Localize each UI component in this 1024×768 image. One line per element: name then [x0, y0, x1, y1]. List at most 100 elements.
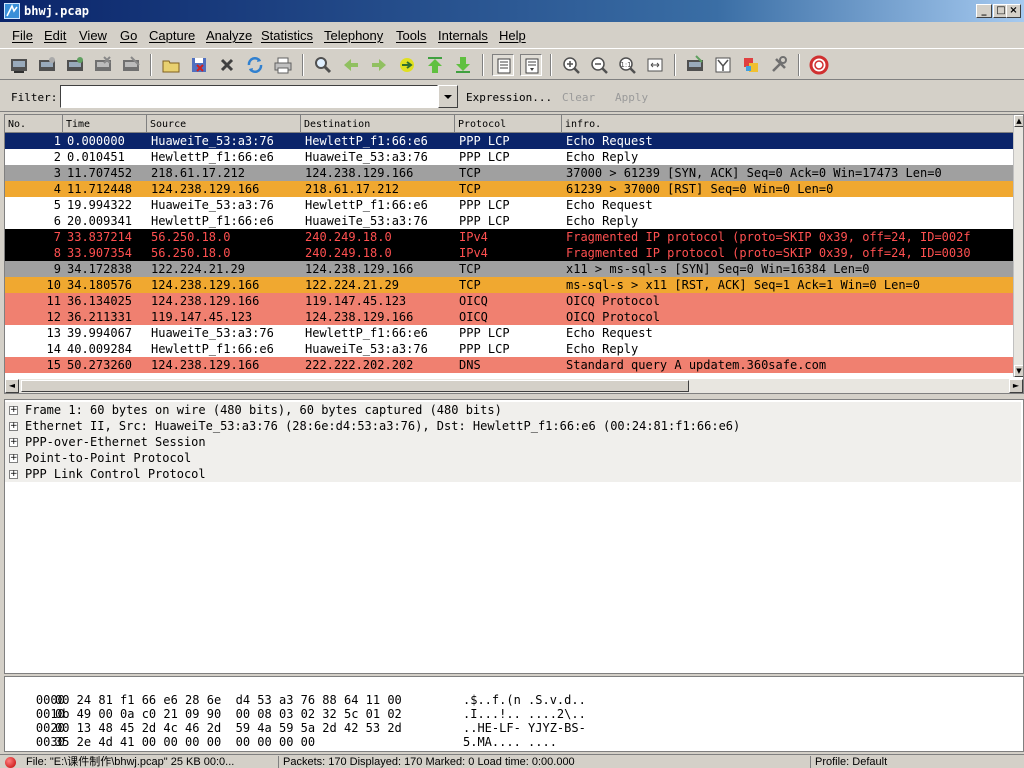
- restart-capture-icon[interactable]: [120, 54, 142, 76]
- filter-dropdown-button[interactable]: [438, 85, 458, 108]
- packet-row[interactable]: 12 36.211331 119.147.45.123 124.238.129.166…: [5, 309, 1015, 325]
- horizontal-scroll-thumb[interactable]: [21, 380, 689, 392]
- bytes-ascii[interactable]: 5.MA.... ....: [463, 735, 557, 749]
- status-profile[interactable]: Profile: Default: [810, 756, 1024, 768]
- expand-icon[interactable]: +: [9, 422, 18, 431]
- bytes-ascii[interactable]: .$..f.(n .S.v.d..: [463, 693, 586, 707]
- scroll-down-icon[interactable]: ▼: [1014, 365, 1023, 377]
- packet-row[interactable]: 1 0.000000 HuaweiTe_53:a3:76 HewlettP_f1:66…: [5, 133, 1015, 149]
- expand-icon[interactable]: +: [9, 470, 18, 479]
- normal-size-icon[interactable]: 1:1: [616, 54, 638, 76]
- packet-row[interactable]: 9 34.172838 122.224.21.29 124.238.129.166 TC…: [5, 261, 1015, 277]
- preferences-icon[interactable]: [768, 54, 790, 76]
- scroll-left-icon[interactable]: ◄: [5, 379, 19, 393]
- column-header-destination[interactable]: Destination: [301, 115, 455, 133]
- packet-row[interactable]: 3 11.707452 218.61.17.212 124.238.129.166 TC…: [5, 165, 1015, 181]
- close-file-icon[interactable]: [216, 54, 238, 76]
- go-forward-icon[interactable]: [368, 54, 390, 76]
- bytes-ascii[interactable]: .I...!.. ....2\..: [463, 707, 586, 721]
- save-file-icon[interactable]: [188, 54, 210, 76]
- go-last-packet-icon[interactable]: [452, 54, 474, 76]
- packet-list-horizontal-scrollbar[interactable]: ◄ ►: [5, 379, 1023, 393]
- go-to-packet-icon[interactable]: [396, 54, 418, 76]
- bytes-hex[interactable]: 0b 49 00 0a c0 21 09 90 00 08 03 02 32 5…: [55, 707, 402, 721]
- menu-tools[interactable]: Tools: [396, 28, 426, 43]
- detail-row-ppp-lcp[interactable]: + PPP Link Control Protocol: [5, 466, 1021, 482]
- capture-options-icon[interactable]: [36, 54, 58, 76]
- column-header-protocol[interactable]: Protocol: [455, 115, 562, 133]
- menu-telephony[interactable]: Telephony: [324, 28, 383, 43]
- interfaces-icon[interactable]: [8, 54, 30, 76]
- start-capture-icon[interactable]: [64, 54, 86, 76]
- packet-row[interactable]: 5 19.994322 HuaweiTe_53:a3:76 HewlettP_f1:6…: [5, 197, 1015, 213]
- detail-row-pppoe[interactable]: + PPP-over-Ethernet Session: [5, 434, 1021, 450]
- packet-list[interactable]: No. Time Source Destination Protocol inf…: [4, 114, 1024, 394]
- display-filters-icon[interactable]: [712, 54, 734, 76]
- packet-details-pane[interactable]: + Frame 1: 60 bytes on wire (480 bits), …: [4, 399, 1024, 674]
- resize-columns-icon[interactable]: [644, 54, 666, 76]
- column-header-time[interactable]: Time: [63, 115, 147, 133]
- go-back-icon[interactable]: [340, 54, 362, 76]
- reload-icon[interactable]: [244, 54, 266, 76]
- capture-filters-icon[interactable]: [684, 54, 706, 76]
- packet-bytes-pane[interactable]: 0000 00 24 81 f1 66 e6 28 6e d4 53 a3 76 …: [4, 676, 1024, 752]
- zoom-in-icon[interactable]: [560, 54, 582, 76]
- stop-capture-icon[interactable]: [92, 54, 114, 76]
- menu-file[interactable]: File: [12, 28, 33, 43]
- cell-time: 39.994067: [67, 326, 133, 340]
- column-header-info[interactable]: infro.: [562, 115, 1015, 133]
- expand-icon[interactable]: +: [9, 454, 18, 463]
- cell-no: 11: [46, 294, 61, 308]
- help-icon[interactable]: [808, 54, 830, 76]
- detail-row-ppp[interactable]: + Point-to-Point Protocol: [5, 450, 1021, 466]
- menu-go[interactable]: Go: [120, 28, 137, 43]
- column-header-no[interactable]: No.: [5, 115, 63, 133]
- filter-input[interactable]: [60, 85, 438, 108]
- packet-row[interactable]: 11 36.134025 124.238.129.166 119.147.45.123…: [5, 293, 1015, 309]
- packet-row[interactable]: 14 40.009284 HewlettP_f1:66:e6 HuaweiTe_53:…: [5, 341, 1015, 357]
- packet-row[interactable]: 8 33.907354 56.250.18.0 240.249.18.0 IPv4 Fra…: [5, 245, 1015, 261]
- packet-row[interactable]: 15 50.273260 124.238.129.166 222.222.202.20…: [5, 357, 1015, 373]
- bytes-ascii[interactable]: ..HE-LF- YJYZ-BS-: [463, 721, 586, 735]
- print-icon[interactable]: [272, 54, 294, 76]
- expression-button[interactable]: Expression...: [466, 91, 552, 104]
- clear-filter-button[interactable]: Clear: [562, 91, 595, 104]
- menu-view[interactable]: View: [79, 28, 107, 43]
- go-first-packet-icon[interactable]: [424, 54, 446, 76]
- apply-filter-button[interactable]: Apply: [615, 91, 648, 104]
- expand-icon[interactable]: +: [9, 438, 18, 447]
- colorize-list-icon[interactable]: [492, 54, 514, 76]
- menu-analyze[interactable]: Analyze: [206, 28, 252, 43]
- toolbar-separator: [482, 54, 484, 76]
- bytes-hex[interactable]: 00 24 81 f1 66 e6 28 6e d4 53 a3 76 88 6…: [55, 693, 402, 707]
- menu-capture[interactable]: Capture: [149, 28, 195, 43]
- detail-row-frame[interactable]: + Frame 1: 60 bytes on wire (480 bits), …: [5, 402, 1021, 418]
- expand-icon[interactable]: +: [9, 406, 18, 415]
- packet-list-vertical-scrollbar[interactable]: ▲ ▼: [1013, 115, 1023, 377]
- packet-row[interactable]: 7 33.837214 56.250.18.0 240.249.18.0 IPv4 Fra…: [5, 229, 1015, 245]
- find-packet-icon[interactable]: [312, 54, 334, 76]
- coloring-rules-icon[interactable]: [740, 54, 762, 76]
- bytes-hex[interactable]: 00 13 48 45 2d 4c 46 2d 59 4a 59 5a 2d 4…: [55, 721, 402, 735]
- minimize-button[interactable]: _: [976, 4, 992, 18]
- close-button[interactable]: ×: [1006, 4, 1021, 18]
- expert-info-icon[interactable]: [5, 757, 16, 768]
- open-file-icon[interactable]: [160, 54, 182, 76]
- auto-scroll-icon[interactable]: [520, 54, 542, 76]
- menu-internals[interactable]: Internals: [438, 28, 488, 43]
- packet-row[interactable]: 10 34.180576 124.238.129.166 122.224.21.29 T…: [5, 277, 1015, 293]
- menu-edit[interactable]: Edit: [44, 28, 66, 43]
- column-header-source[interactable]: Source: [147, 115, 301, 133]
- bytes-hex[interactable]: 35 2e 4d 41 00 00 00 00 00 00 00 00: [55, 735, 315, 749]
- detail-row-ethernet[interactable]: + Ethernet II, Src: HuaweiTe_53:a3:76 (2…: [5, 418, 1021, 434]
- packet-row[interactable]: 13 39.994067 HuaweiTe_53:a3:76 HewlettP_f1:…: [5, 325, 1015, 341]
- packet-row[interactable]: 2 0.010451 HewlettP_f1:66:e6 HuaweiTe_53:a3…: [5, 149, 1015, 165]
- zoom-out-icon[interactable]: [588, 54, 610, 76]
- scroll-up-icon[interactable]: ▲: [1014, 115, 1023, 127]
- cell-time: 34.172838: [67, 262, 133, 276]
- scroll-right-icon[interactable]: ►: [1009, 379, 1023, 393]
- packet-row[interactable]: 6 20.009341 HewlettP_f1:66:e6 HuaweiTe_53:a…: [5, 213, 1015, 229]
- menu-statistics[interactable]: Statistics: [261, 28, 313, 43]
- packet-row[interactable]: 4 11.712448 124.238.129.166 218.61.17.212 TC…: [5, 181, 1015, 197]
- menu-help[interactable]: Help: [499, 28, 526, 43]
